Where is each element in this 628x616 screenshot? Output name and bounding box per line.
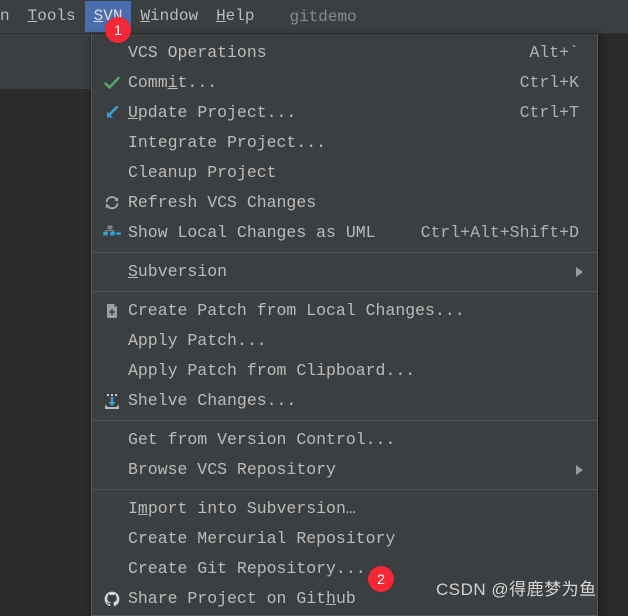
menu-bar-items: n Tools SVN Window Help gitdemo xyxy=(0,0,628,33)
menu-item-label: Create Patch from Local Changes... xyxy=(128,301,465,320)
menubar-item-label: ools xyxy=(37,7,76,25)
menubar-item-help[interactable]: Help xyxy=(207,1,263,32)
menubar-mnemonic: H xyxy=(216,7,226,25)
ide-window: n Tools SVN Window Help gitdemo VCS Oper… xyxy=(0,0,628,616)
project-name-label: gitdemo xyxy=(289,7,357,26)
menubar-item-window[interactable]: Window xyxy=(131,1,207,32)
no-icon xyxy=(98,330,126,352)
menu-group: Create Patch from Local Changes... Apply… xyxy=(92,295,597,417)
no-icon xyxy=(98,42,126,64)
menu-item-label: Commit... xyxy=(128,73,218,92)
no-icon xyxy=(98,429,126,451)
menu-item-mnemonic: S xyxy=(128,262,138,281)
menu-item-shortcut: Ctrl+K xyxy=(519,73,579,92)
menu-item-label: Browse VCS Repository xyxy=(128,460,336,479)
update-arrow-icon xyxy=(98,102,126,124)
watermark-text: CSDN @得鹿梦为鱼 xyxy=(436,580,597,599)
menu-item-shelve-changes[interactable]: Shelve Changes... xyxy=(92,386,597,416)
menu-item-create-patch-from-local-changes[interactable]: Create Patch from Local Changes... xyxy=(92,296,597,326)
menu-item-label: Apply Patch... xyxy=(128,331,267,350)
submenu-arrow-icon xyxy=(576,267,583,277)
menu-item-shortcut: Ctrl+Alt+Shift+D xyxy=(420,223,579,242)
menu-item-label: Create Git Repository... xyxy=(128,559,366,578)
menu-item-label: Import into Subversion… xyxy=(128,499,356,518)
menu-item-label: Integrate Project... xyxy=(128,133,327,152)
no-icon xyxy=(98,162,126,184)
editor-background xyxy=(0,89,90,610)
menubar-item-label: n xyxy=(0,7,10,25)
menu-item-create-mercurial-repository[interactable]: Create Mercurial Repository xyxy=(92,524,597,554)
menu-group: Subversion xyxy=(92,256,597,288)
github-icon xyxy=(98,588,126,610)
no-icon xyxy=(98,360,126,382)
no-icon xyxy=(98,498,126,520)
no-icon xyxy=(98,528,126,550)
menu-item-label: Update Project... xyxy=(128,103,297,122)
menu-bar: n Tools SVN Window Help gitdemo xyxy=(0,0,628,34)
menubar-mnemonic: T xyxy=(27,7,38,25)
menu-item-vcs-operations[interactable]: VCS Operations Alt+` xyxy=(92,38,597,68)
menu-item-get-from-version-control[interactable]: Get from Version Control... xyxy=(92,425,597,455)
menu-item-label: Cleanup Project xyxy=(128,163,277,182)
menu-item-label: Show Local Changes as UML xyxy=(128,223,376,242)
menu-item-shortcut: Ctrl+T xyxy=(519,103,579,122)
no-icon xyxy=(98,558,126,580)
menu-item-mnemonic: h xyxy=(326,589,336,608)
menu-item-label: VCS Operations xyxy=(128,43,267,62)
menu-item-mnemonic: m xyxy=(137,499,148,518)
menu-separator xyxy=(92,291,597,292)
menu-item-update-project[interactable]: Update Project... Ctrl+T xyxy=(92,98,597,128)
refresh-icon xyxy=(98,192,126,214)
menu-item-browse-vcs-repository[interactable]: Browse VCS Repository xyxy=(92,455,597,485)
menu-item-shortcut: Alt+` xyxy=(529,43,579,62)
menubar-item-label: elp xyxy=(225,7,255,25)
check-icon xyxy=(98,72,126,94)
create-patch-icon xyxy=(98,300,126,322)
shelve-icon xyxy=(98,390,126,412)
menu-item-integrate-project[interactable]: Integrate Project... xyxy=(92,128,597,158)
menu-item-refresh-vcs-changes[interactable]: Refresh VCS Changes xyxy=(92,188,597,218)
menu-item-show-local-changes-as-uml[interactable]: Show Local Changes as UML Ctrl+Alt+Shift… xyxy=(92,218,597,248)
menu-item-label: Shelve Changes... xyxy=(128,391,297,410)
no-icon xyxy=(98,261,126,283)
menu-item-label: Create Mercurial Repository xyxy=(128,529,396,548)
menubar-item-label: indow xyxy=(150,7,199,25)
uml-diagram-icon xyxy=(98,222,126,244)
no-icon xyxy=(98,459,126,481)
submenu-arrow-icon xyxy=(576,465,583,475)
right-background xyxy=(599,34,628,610)
annotation-badge-1: 1 xyxy=(105,17,131,43)
menu-item-label: Subversion xyxy=(128,262,228,281)
menubar-mnemonic: S xyxy=(93,7,104,25)
menu-item-mnemonic: U xyxy=(128,103,138,122)
menu-item-apply-patch-from-clipboard[interactable]: Apply Patch from Clipboard... xyxy=(92,356,597,386)
menu-separator xyxy=(92,252,597,253)
annotation-badge-2: 2 xyxy=(368,566,394,592)
menubar-mnemonic: W xyxy=(140,7,151,25)
menu-group: VCS Operations Alt+` Commit... Ctrl+K Up… xyxy=(92,37,597,249)
menu-separator xyxy=(92,420,597,421)
menu-item-label: Get from Version Control... xyxy=(128,430,396,449)
svn-dropdown-menu: VCS Operations Alt+` Commit... Ctrl+K Up… xyxy=(91,34,598,616)
menu-item-mnemonic: g xyxy=(167,133,178,152)
toolbar-strip xyxy=(0,34,91,90)
menubar-item-run-clipped[interactable]: n xyxy=(0,1,19,32)
no-icon xyxy=(98,132,126,154)
menu-item-cleanup-project[interactable]: Cleanup Project xyxy=(92,158,597,188)
menu-item-subversion[interactable]: Subversion xyxy=(92,257,597,287)
menu-item-mnemonic: i xyxy=(167,73,178,92)
menu-separator xyxy=(92,489,597,490)
menu-item-commit[interactable]: Commit... Ctrl+K xyxy=(92,68,597,98)
menu-item-import-into-subversion[interactable]: Import into Subversion… xyxy=(92,494,597,524)
menubar-item-tools[interactable]: Tools xyxy=(19,1,85,32)
menu-group: Get from Version Control... Browse VCS R… xyxy=(92,424,597,486)
menu-item-apply-patch[interactable]: Apply Patch... xyxy=(92,326,597,356)
menu-item-label: Share Project on Github xyxy=(128,589,356,608)
menu-item-label: Refresh VCS Changes xyxy=(128,193,317,212)
menu-item-label: Apply Patch from Clipboard... xyxy=(128,361,416,380)
